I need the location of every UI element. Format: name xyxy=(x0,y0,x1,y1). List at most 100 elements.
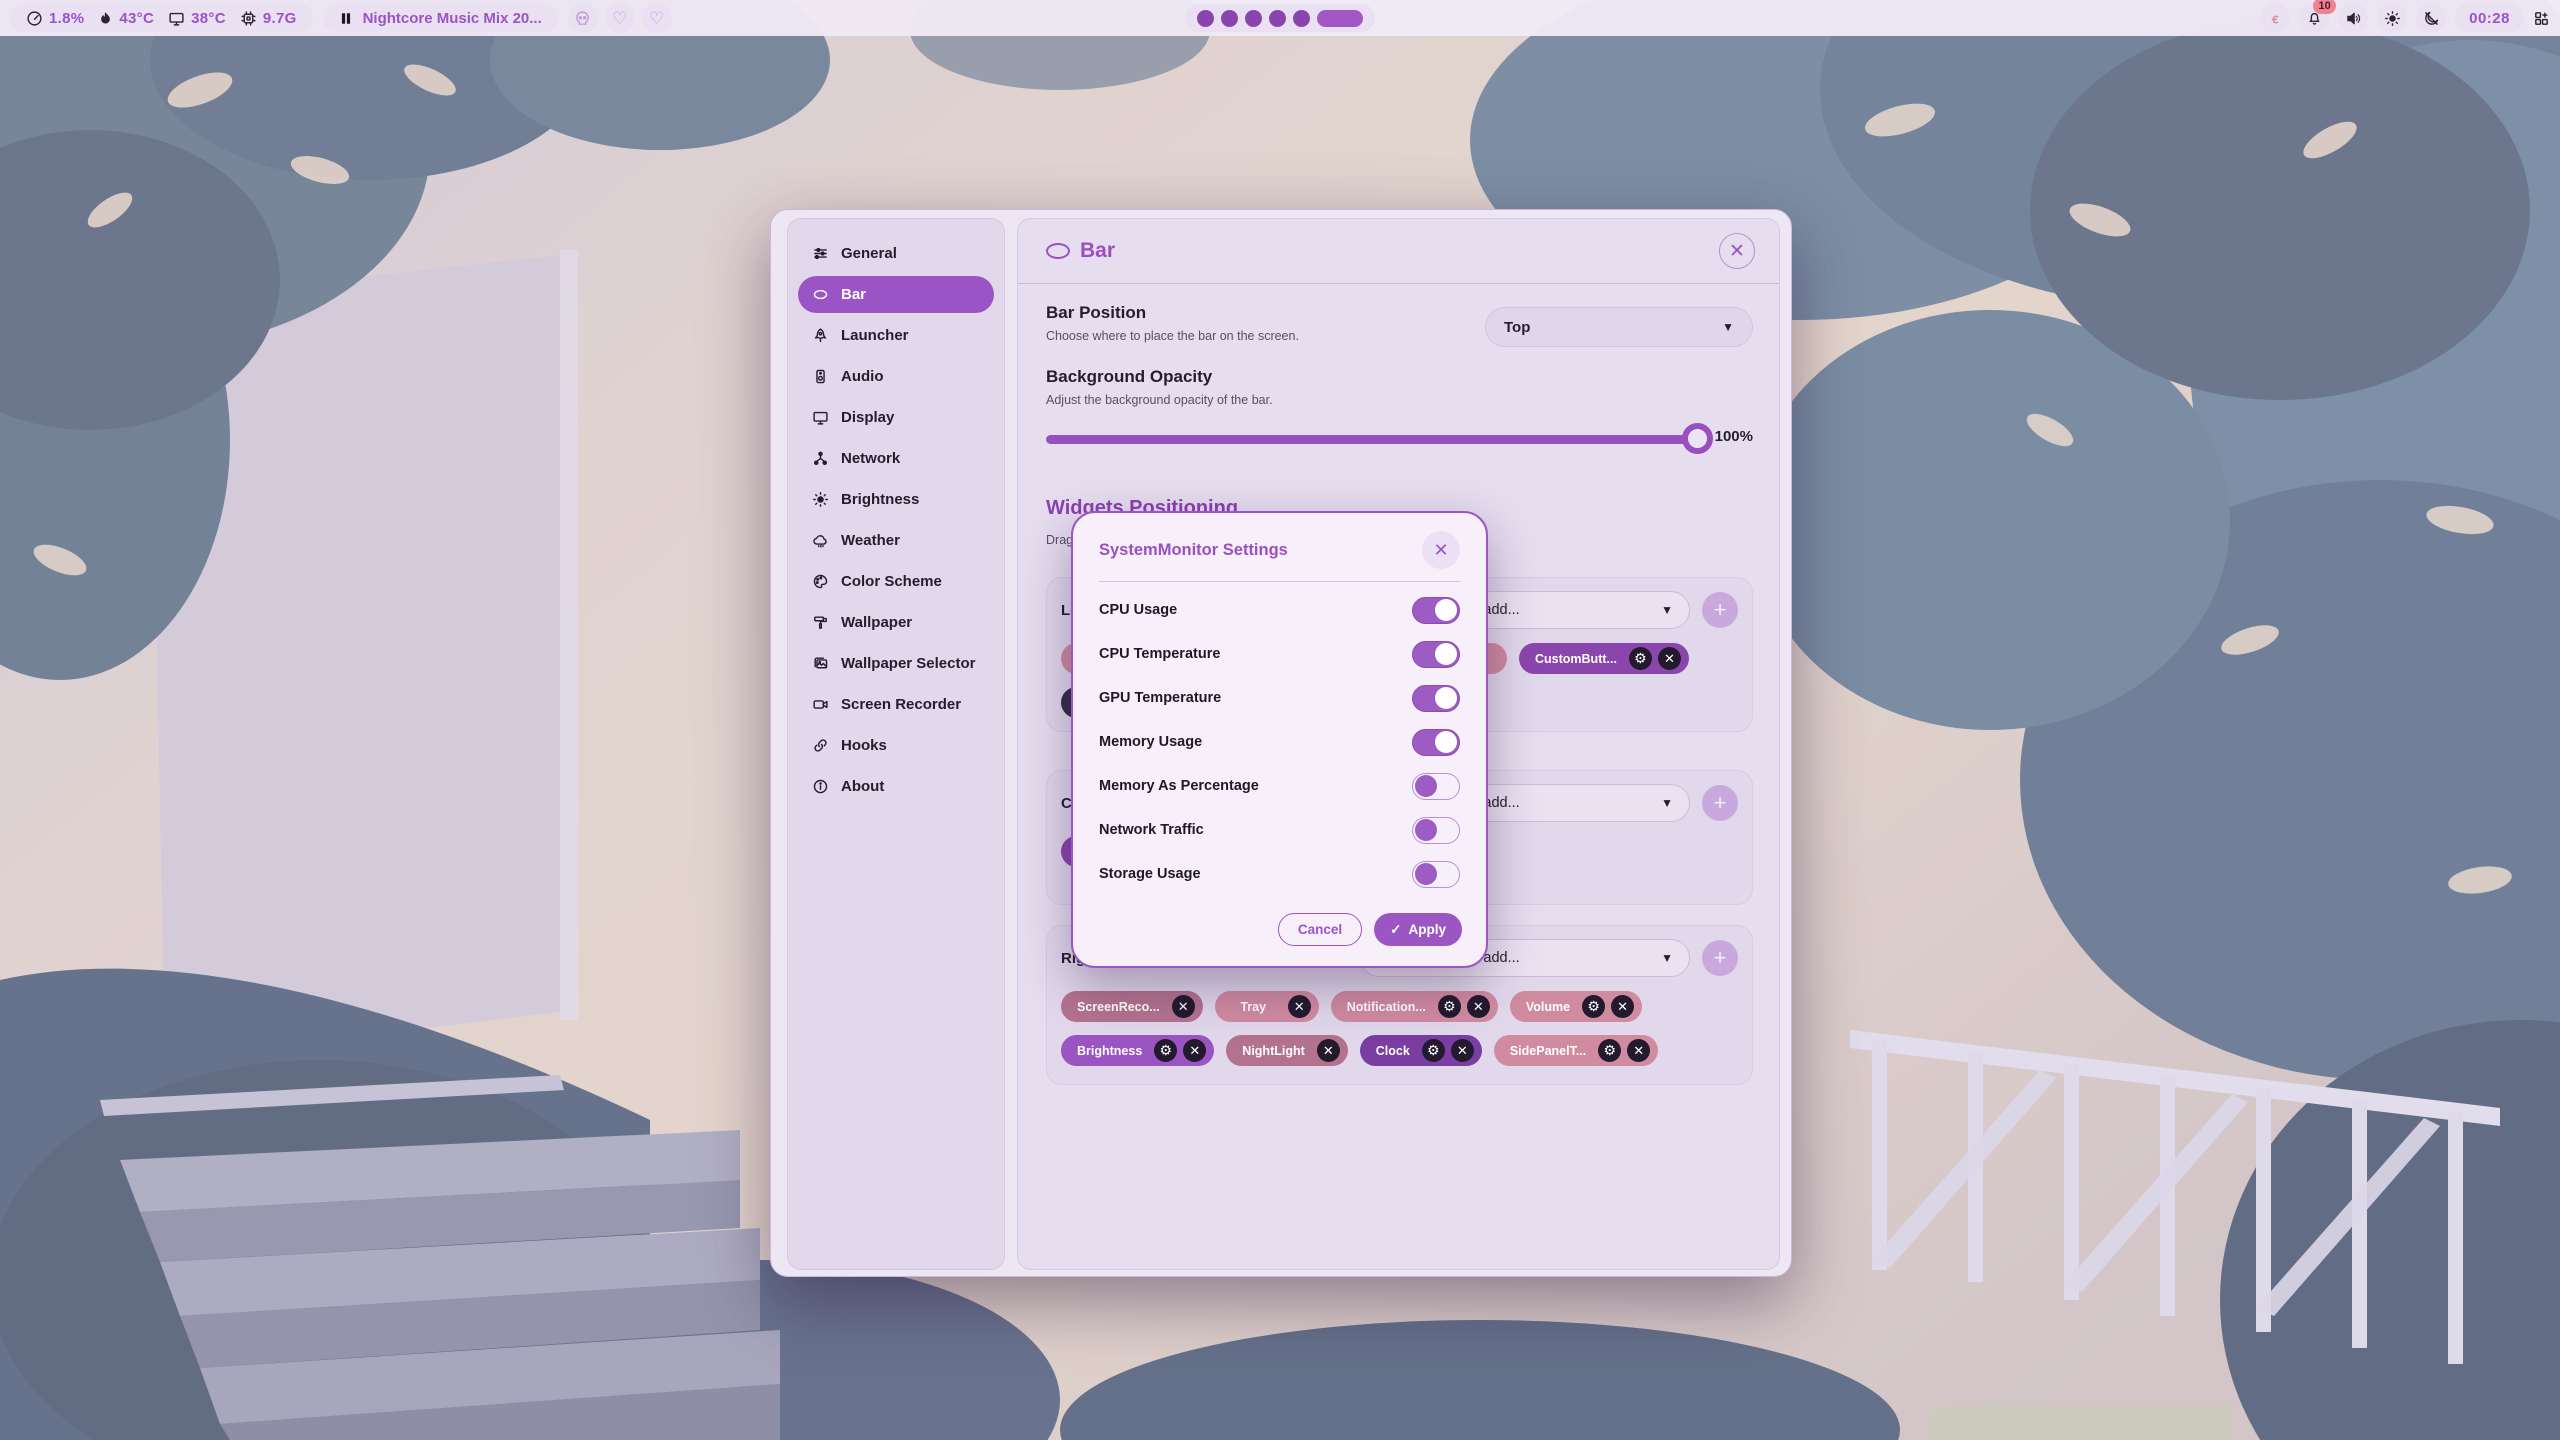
chip-settings-button[interactable]: ⚙ xyxy=(1629,647,1652,670)
sidebar-item-about[interactable]: About xyxy=(798,768,994,805)
gauge-icon xyxy=(26,10,43,27)
modal-close-button[interactable]: ✕ xyxy=(1422,531,1460,569)
sidebar-item-audio[interactable]: Audio xyxy=(798,358,994,395)
chevron-down-icon: ▼ xyxy=(1722,320,1734,334)
toggle-switch[interactable] xyxy=(1412,597,1460,624)
overview-button[interactable] xyxy=(2533,10,2550,27)
sidebar-item-label: Wallpaper Selector xyxy=(841,655,976,672)
toggle-switch[interactable] xyxy=(1412,773,1460,800)
skull-button[interactable] xyxy=(568,3,598,33)
sidebar-item-general[interactable]: General xyxy=(798,235,994,272)
toggle-switch[interactable] xyxy=(1412,861,1460,888)
widget-chip-sidepanelt[interactable]: SidePanelT...⚙✕ xyxy=(1494,1035,1658,1066)
sidebar-item-label: Hooks xyxy=(841,737,887,754)
slider-handle[interactable] xyxy=(1682,423,1713,454)
chevron-down-icon: ▼ xyxy=(1661,603,1673,617)
workspace-dot[interactable] xyxy=(1245,10,1262,27)
brightness-button[interactable] xyxy=(2377,3,2407,33)
toggle-switch[interactable] xyxy=(1412,685,1460,712)
modal-toggle-list: CPU UsageCPU TemperatureGPU TemperatureM… xyxy=(1099,588,1460,896)
close-icon: ✕ xyxy=(1617,999,1628,1015)
chip-remove-button[interactable]: ✕ xyxy=(1317,1039,1340,1062)
toggle-switch[interactable] xyxy=(1412,817,1460,844)
chip-remove-button[interactable]: ✕ xyxy=(1183,1039,1206,1062)
background-opacity-slider[interactable]: 100% xyxy=(1046,423,1753,455)
modal-divider xyxy=(1099,581,1460,582)
sidebar-item-network[interactable]: Network xyxy=(798,440,994,477)
chip-remove-button[interactable]: ✕ xyxy=(1627,1039,1650,1062)
chip-remove-button[interactable]: ✕ xyxy=(1467,995,1490,1018)
background-opacity-setting: Background Opacity Adjust the background… xyxy=(1046,367,1753,455)
night-light-button[interactable] xyxy=(2416,3,2446,33)
toggle-switch[interactable] xyxy=(1412,641,1460,668)
widget-chip-label: Notification... xyxy=(1347,1000,1432,1014)
workspace-active[interactable] xyxy=(1317,10,1363,27)
sidebar-item-label: Screen Recorder xyxy=(841,696,961,713)
widget-chip-brightness[interactable]: Brightness⚙✕ xyxy=(1061,1035,1214,1066)
chip-settings-button[interactable]: ⚙ xyxy=(1438,995,1461,1018)
media-widget[interactable]: Nightcore Music Mix 20... xyxy=(323,4,558,32)
workspace-dot[interactable] xyxy=(1269,10,1286,27)
close-icon: ✕ xyxy=(1457,1043,1468,1059)
sidebar-item-screen-recorder[interactable]: Screen Recorder xyxy=(798,686,994,723)
widget-chip-notification[interactable]: Notification... ⚙ ✕ xyxy=(1331,991,1498,1022)
bar-position-dropdown[interactable]: Top ▼ xyxy=(1485,307,1753,347)
slider-track[interactable] xyxy=(1046,435,1698,444)
stat-value: 38°C xyxy=(191,10,226,27)
quick-buttons-group: ♡♡ xyxy=(568,3,672,33)
info-icon xyxy=(812,778,829,795)
sidebar-item-wallpaper-selector[interactable]: Wallpaper Selector xyxy=(798,645,994,682)
sidebar-item-launcher[interactable]: Launcher xyxy=(798,317,994,354)
clock-widget[interactable]: 00:28 xyxy=(2455,3,2524,33)
volume-button[interactable] xyxy=(2338,3,2368,33)
bar-position-value: Top xyxy=(1504,319,1530,336)
system-stats-widget[interactable]: 1.8%43°C38°C9.7G xyxy=(10,4,313,32)
sidebar-item-weather[interactable]: Weather xyxy=(798,522,994,559)
stat-value: 1.8% xyxy=(49,10,84,27)
sidebar-item-color-scheme[interactable]: Color Scheme xyxy=(798,563,994,600)
add-widget-button[interactable]: + xyxy=(1702,940,1738,976)
chip-settings-button[interactable]: ⚙ xyxy=(1154,1039,1177,1062)
chip-remove-button[interactable]: ✕ xyxy=(1658,647,1681,670)
bar-position-description: Choose where to place the bar on the scr… xyxy=(1046,329,1299,343)
workspace-dot[interactable] xyxy=(1293,10,1310,27)
cancel-button[interactable]: Cancel xyxy=(1278,913,1362,946)
chip-remove-button[interactable]: ✕ xyxy=(1611,995,1634,1018)
chip-remove-button[interactable]: ✕ xyxy=(1451,1039,1474,1062)
toggle-switch[interactable] xyxy=(1412,729,1460,756)
chip-settings-button[interactable]: ⚙ xyxy=(1582,995,1605,1018)
widget-chip-volume[interactable]: Volume⚙✕ xyxy=(1510,991,1642,1022)
tray-app-button[interactable]: ꞓ xyxy=(2260,3,2290,33)
chip-remove-button[interactable]: ✕ xyxy=(1288,995,1311,1018)
workspace-indicator[interactable] xyxy=(1185,4,1375,32)
chip-settings-button[interactable]: ⚙ xyxy=(1422,1039,1445,1062)
widget-chip-screenreco[interactable]: ScreenReco...✕ xyxy=(1061,991,1203,1022)
window-close-button[interactable]: ✕ xyxy=(1719,233,1755,269)
sidebar-item-display[interactable]: Display xyxy=(798,399,994,436)
heart-button[interactable]: ♡ xyxy=(605,3,635,33)
sidebar-item-bar[interactable]: Bar xyxy=(798,276,994,313)
sidebar-item-brightness[interactable]: Brightness xyxy=(798,481,994,518)
add-widget-button[interactable]: + xyxy=(1702,785,1738,821)
images-icon xyxy=(812,655,829,672)
chip-settings-button[interactable]: ⚙ xyxy=(1598,1039,1621,1062)
widget-chip-tray[interactable]: Tray✕ xyxy=(1215,991,1319,1022)
pill-icon xyxy=(812,286,829,303)
widget-chip-nightlight[interactable]: NightLight✕ xyxy=(1226,1035,1347,1066)
widget-chip-clock[interactable]: Clock⚙✕ xyxy=(1360,1035,1482,1066)
notifications-button[interactable]: 10 xyxy=(2299,3,2329,33)
toggle-label: Memory Usage xyxy=(1099,734,1202,750)
sidebar-item-hooks[interactable]: Hooks xyxy=(798,727,994,764)
workspace-dot[interactable] xyxy=(1221,10,1238,27)
add-widget-button[interactable]: + xyxy=(1702,592,1738,628)
sidebar-item-wallpaper[interactable]: Wallpaper xyxy=(798,604,994,641)
chip-remove-button[interactable]: ✕ xyxy=(1172,995,1195,1018)
toggle-row-network-traffic: Network Traffic xyxy=(1099,808,1460,852)
apply-button[interactable]: ✓ Apply xyxy=(1374,913,1462,946)
chevron-down-icon: ▼ xyxy=(1661,951,1673,965)
desktop: 1.8%43°C38°C9.7G Nightcore Music Mix 20.… xyxy=(0,0,2560,1440)
heart-button[interactable]: ♡ xyxy=(642,3,672,33)
workspace-dot[interactable] xyxy=(1197,10,1214,27)
modal-title: SystemMonitor Settings xyxy=(1099,541,1288,560)
widget-chip-custombutt[interactable]: CustomButt...⚙✕ xyxy=(1519,643,1689,674)
